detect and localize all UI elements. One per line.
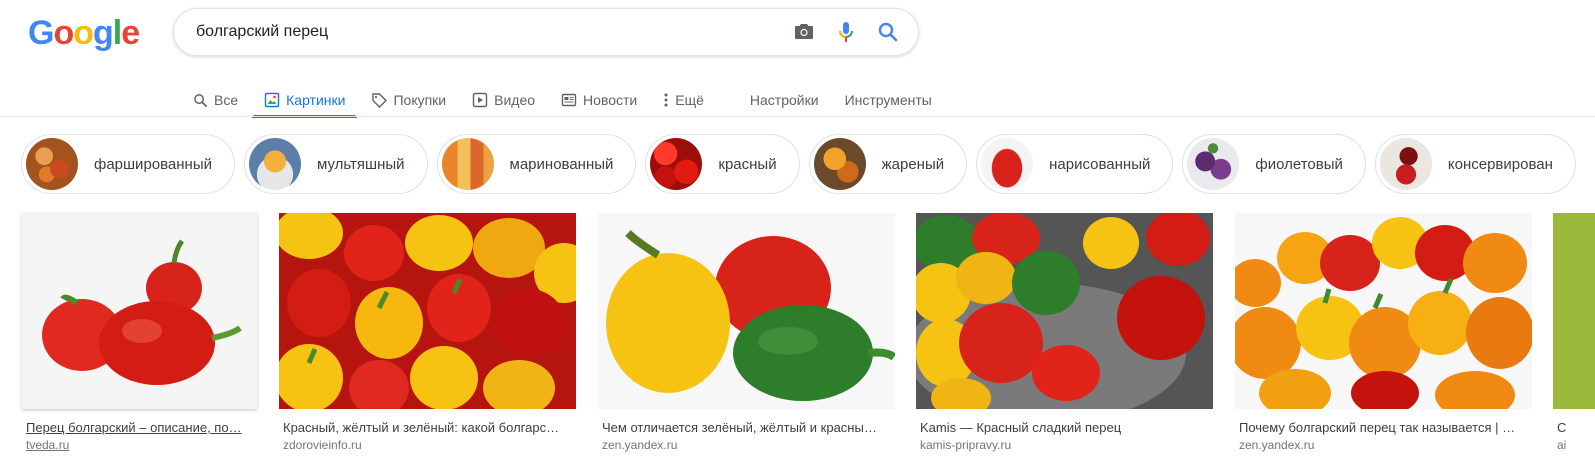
- logo-letter: e: [121, 14, 140, 52]
- chip-label: нарисованный: [1049, 155, 1151, 173]
- tab-more[interactable]: Ещё: [663, 78, 704, 116]
- play-icon: [472, 92, 488, 108]
- chip-label: консервирован: [1447, 155, 1553, 173]
- result-title[interactable]: Kamis — Красный сладкий перец: [920, 420, 1210, 435]
- tab-label: Все: [214, 92, 239, 108]
- result-title[interactable]: Перец болгарский – описание, по…: [26, 420, 254, 435]
- tab-label: Настройки: [749, 92, 819, 108]
- chip-thumbnail: [26, 138, 78, 190]
- result-image[interactable]: [598, 213, 895, 409]
- news-icon: [561, 92, 577, 108]
- chip-thumbnail: [813, 138, 866, 190]
- tab-video[interactable]: Видео: [472, 78, 535, 116]
- tabs-divider: [0, 116, 1595, 117]
- chip-thumbnail: [1379, 138, 1432, 190]
- logo-letter: G: [28, 14, 54, 52]
- tab-settings[interactable]: Настройки: [750, 78, 819, 116]
- chip-thumbnail: [441, 138, 494, 190]
- tab-label: Картинки: [286, 92, 346, 108]
- chip-label: маринованный: [509, 155, 614, 173]
- result-title[interactable]: Почему болгарский перец так называется |…: [1239, 420, 1529, 435]
- chip-red[interactable]: красный: [645, 134, 800, 194]
- tab-news[interactable]: Новости: [561, 78, 637, 116]
- search-box: [173, 8, 919, 56]
- tab-shopping[interactable]: Покупки: [371, 78, 446, 116]
- result-image[interactable]: [916, 213, 1213, 409]
- tab-all[interactable]: Все: [192, 78, 238, 116]
- image-icon: [264, 92, 280, 108]
- chip-cartoon[interactable]: мультяшный: [244, 134, 428, 194]
- camera-icon[interactable]: [792, 20, 816, 44]
- tab-label: Покупки: [393, 92, 447, 108]
- chip-canned[interactable]: консервирован: [1374, 134, 1576, 194]
- result-title[interactable]: С: [1557, 420, 1593, 435]
- result-source[interactable]: ai: [1557, 438, 1566, 452]
- chip-label: жареный: [881, 155, 945, 173]
- chip-label: мультяшный: [317, 155, 405, 173]
- search-input[interactable]: [196, 9, 756, 55]
- result-title[interactable]: Чем отличается зелёный, жёлтый и красны…: [602, 420, 892, 435]
- result-source[interactable]: zen.yandex.ru: [1239, 438, 1314, 452]
- chip-pickled[interactable]: маринованный: [436, 134, 637, 194]
- chip-purple[interactable]: фиолетовый: [1182, 134, 1366, 194]
- chip-label: красный: [718, 155, 777, 173]
- result-source[interactable]: tveda.ru: [26, 438, 69, 452]
- chip-stuffed[interactable]: фаршированный: [21, 134, 235, 194]
- search-actions: [792, 20, 900, 44]
- result-source[interactable]: zen.yandex.ru: [602, 438, 677, 452]
- tab-label: Новости: [583, 92, 638, 108]
- chip-thumbnail: [249, 138, 301, 190]
- google-logo[interactable]: Google: [28, 14, 140, 53]
- result-image[interactable]: [279, 213, 576, 409]
- result-image[interactable]: [22, 213, 257, 409]
- search-icon: [192, 92, 208, 108]
- search-tabs: Все Картинки Покупки Видео Новости Ещё Н…: [192, 78, 958, 118]
- result-title[interactable]: Красный, жёлтый и зелёный: какой болгарс…: [283, 420, 573, 435]
- mic-icon[interactable]: [834, 20, 858, 44]
- logo-letter: o: [73, 14, 94, 52]
- logo-letter: o: [53, 14, 74, 52]
- tag-icon: [371, 92, 388, 108]
- chip-thumbnail: [1187, 138, 1240, 190]
- related-chips: фаршированный мультяшный маринованный кр…: [21, 134, 1576, 194]
- tab-label: Ещё: [675, 92, 704, 108]
- tab-label: Видео: [494, 92, 536, 108]
- search-icon[interactable]: [876, 20, 900, 44]
- chip-drawn[interactable]: нарисованный: [976, 134, 1174, 194]
- logo-letter: l: [112, 14, 123, 52]
- chip-thumbnail: [650, 138, 703, 190]
- chip-label: фиолетовый: [1255, 155, 1343, 173]
- tab-tools[interactable]: Инструменты: [845, 78, 932, 116]
- logo-letter: g: [93, 14, 114, 52]
- result-source[interactable]: kamis-pripravy.ru: [920, 438, 1011, 452]
- tab-label: Инструменты: [844, 92, 932, 108]
- result-image[interactable]: [1553, 213, 1595, 409]
- result-image[interactable]: [1235, 213, 1532, 409]
- more-vert-icon: [663, 92, 669, 108]
- tab-images[interactable]: Картинки: [252, 78, 358, 118]
- result-source[interactable]: zdorovieinfo.ru: [283, 438, 362, 452]
- chip-fried[interactable]: жареный: [808, 134, 968, 194]
- chip-thumbnail: [981, 138, 1034, 190]
- chip-label: фаршированный: [94, 155, 212, 173]
